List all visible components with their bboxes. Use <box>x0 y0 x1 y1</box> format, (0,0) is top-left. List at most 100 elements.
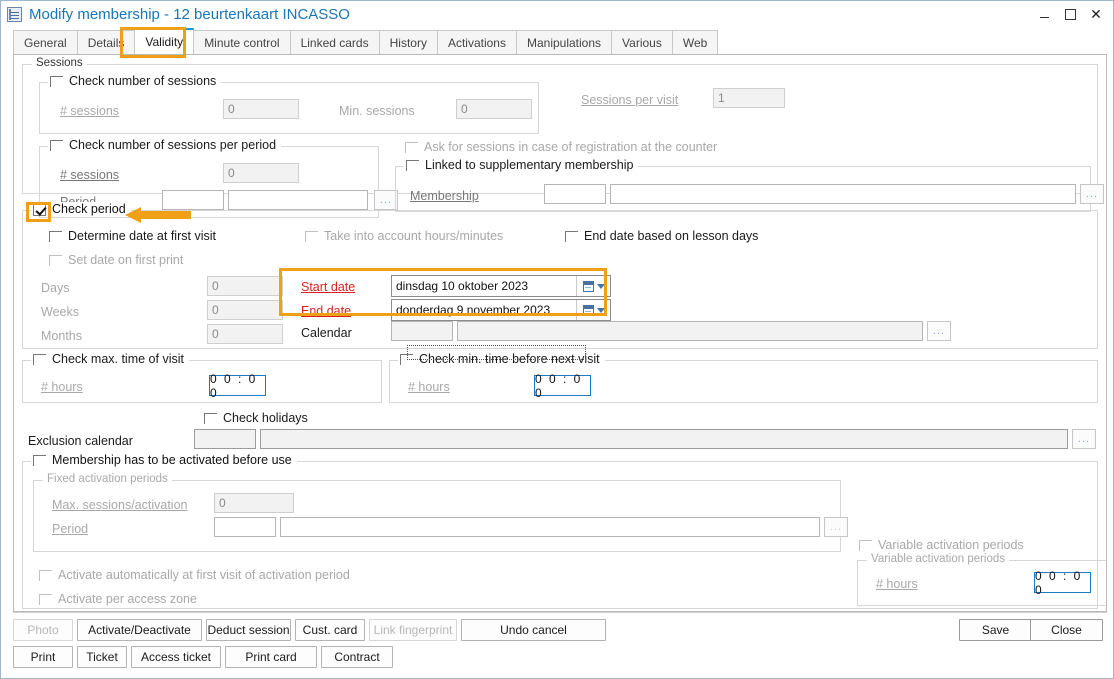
months-label: Months <box>41 329 82 343</box>
tab-strip: General Details Validity Minute control … <box>1 27 1113 54</box>
tab-various[interactable]: Various <box>611 30 673 54</box>
tab-general[interactable]: General <box>13 30 78 54</box>
window-title: Modify membership - 12 beurtenkaart INCA… <box>29 6 350 23</box>
start-date-calendar-button[interactable] <box>576 276 610 296</box>
calendar-browse-button[interactable]: ... <box>927 321 951 341</box>
calendar-name-input[interactable] <box>457 321 923 341</box>
ask-for-sessions-checkbox[interactable]: Ask for sessions in case of registration… <box>405 140 717 154</box>
set-date-on-first-print-checkbox[interactable]: Set date on first print <box>49 253 183 267</box>
period-sessions-input[interactable]: 0 <box>223 163 299 183</box>
undo-cancel-button[interactable]: Undo cancel <box>461 619 606 641</box>
ticket-button[interactable]: Ticket <box>77 646 127 668</box>
calendar-code-input[interactable] <box>391 321 453 341</box>
exclusion-calendar-name-input[interactable] <box>260 429 1068 449</box>
tab-minute-control[interactable]: Minute control <box>193 30 290 54</box>
fixed-period-browse-button[interactable]: ... <box>824 517 848 537</box>
max-sessions-activation-input[interactable]: 0 <box>214 493 294 513</box>
activate-deactivate-button[interactable]: Activate/Deactivate <box>77 619 202 641</box>
check-holidays-checkbox[interactable]: Check holidays <box>204 411 308 425</box>
linked-supplementary-group: Linked to supplementary membership Membe… <box>395 166 1091 212</box>
maximize-button[interactable] <box>1057 3 1083 25</box>
exclusion-calendar-code-input[interactable] <box>194 429 256 449</box>
contract-button[interactable]: Contract <box>321 646 393 668</box>
variable-activation-periods-group: Variable activation periods # hours 0 0 … <box>857 560 1107 606</box>
close-window-button[interactable]: ✕ <box>1083 3 1109 25</box>
take-into-account-hours-label: Take into account hours/minutes <box>324 229 503 243</box>
take-into-account-hours-checkbox[interactable]: Take into account hours/minutes <box>305 229 503 243</box>
checkbox-glyph <box>49 231 62 242</box>
activation-label: Membership has to be activated before us… <box>52 453 292 467</box>
activation-checkbox[interactable]: Membership has to be activated before us… <box>31 453 297 467</box>
check-period-checkbox[interactable]: Check period <box>31 202 131 216</box>
button-bar: Photo Activate/Deactivate Deduct session… <box>1 612 1113 678</box>
check-min-time-checkbox[interactable]: Check min. time before next visit <box>398 352 605 366</box>
check-sessions-per-period-checkbox[interactable]: Check number of sessions per period <box>48 138 281 152</box>
deduct-session-button[interactable]: Deduct session <box>206 619 291 641</box>
tab-linked-cards[interactable]: Linked cards <box>290 30 380 54</box>
check-number-of-sessions-label: Check number of sessions <box>69 74 216 88</box>
weeks-input[interactable]: 0 <box>207 300 283 320</box>
checkbox-glyph <box>39 570 52 581</box>
sessions-per-visit-label: Sessions per visit <box>581 93 678 107</box>
check-max-time-checkbox[interactable]: Check max. time of visit <box>31 352 189 366</box>
close-button[interactable]: Close <box>1030 619 1103 641</box>
check-max-time-group: Check max. time of visit # hours 0 0 : 0… <box>22 360 382 403</box>
min-time-hours-input[interactable]: 0 0 : 0 0 <box>534 375 591 396</box>
determine-date-label: Determine date at first visit <box>68 229 216 243</box>
min-sessions-input[interactable]: 0 <box>456 99 532 119</box>
linked-supplementary-label: Linked to supplementary membership <box>425 158 633 172</box>
tab-details[interactable]: Details <box>77 30 136 54</box>
fixed-activation-periods-title: Fixed activation periods <box>43 473 172 485</box>
membership-name-input[interactable] <box>610 184 1076 204</box>
period-code-input[interactable] <box>162 190 224 210</box>
check-period-group: Check period Determine date at first vis… <box>22 210 1098 349</box>
period-sessions-label: # sessions <box>60 168 119 182</box>
tab-history[interactable]: History <box>379 30 438 54</box>
determine-date-at-first-visit-checkbox[interactable]: Determine date at first visit <box>49 229 216 243</box>
activate-automatically-checkbox[interactable]: Activate automatically at first visit of… <box>39 568 350 582</box>
days-label: Days <box>41 281 69 295</box>
fixed-period-code-input[interactable] <box>214 517 276 537</box>
fixed-period-label: Period <box>52 522 88 536</box>
end-date-label: End date <box>301 304 351 318</box>
check-number-of-sessions-checkbox[interactable]: Check number of sessions <box>48 74 221 88</box>
calendar-icon <box>583 305 594 316</box>
fixed-period-name-input[interactable] <box>280 517 820 537</box>
cust-card-button[interactable]: Cust. card <box>295 619 365 641</box>
days-input[interactable]: 0 <box>207 276 283 296</box>
sessions-group-title: Sessions <box>32 57 87 69</box>
save-button[interactable]: Save <box>959 619 1032 641</box>
variable-hours-input[interactable]: 0 0 : 0 0 <box>1034 572 1091 593</box>
print-button[interactable]: Print <box>13 646 73 668</box>
exclusion-calendar-browse-button[interactable]: ... <box>1072 429 1096 449</box>
end-date-calendar-button[interactable] <box>576 300 610 320</box>
linked-supplementary-checkbox[interactable]: Linked to supplementary membership <box>404 158 638 172</box>
tab-validity[interactable]: Validity <box>134 28 194 54</box>
num-sessions-input[interactable]: 0 <box>223 99 299 119</box>
check-max-time-label: Check max. time of visit <box>52 352 184 366</box>
tab-web[interactable]: Web <box>672 30 718 54</box>
months-input[interactable]: 0 <box>207 324 283 344</box>
access-ticket-button[interactable]: Access ticket <box>131 646 221 668</box>
start-date-picker[interactable]: dinsdag 10 oktober 2023 <box>391 275 611 297</box>
end-date-lesson-days-checkbox[interactable]: End date based on lesson days <box>565 229 758 243</box>
tab-manipulations[interactable]: Manipulations <box>516 30 612 54</box>
sessions-per-visit-input[interactable]: 1 <box>713 88 785 108</box>
print-card-button[interactable]: Print card <box>225 646 317 668</box>
max-time-hours-input[interactable]: 0 0 : 0 0 <box>209 375 266 396</box>
activate-per-access-zone-checkbox[interactable]: Activate per access zone <box>39 592 197 606</box>
checkbox-glyph <box>305 231 318 242</box>
membership-code-input[interactable] <box>544 184 606 204</box>
variable-activation-periods-checkbox[interactable]: Variable activation periods <box>859 538 1024 552</box>
tab-activations[interactable]: Activations <box>437 30 517 54</box>
end-date-value: donderdag 9 november 2023 <box>392 300 576 320</box>
period-name-input[interactable] <box>228 190 368 210</box>
validity-panel: Sessions Check number of sessions # sess… <box>13 54 1107 612</box>
minimize-button[interactable] <box>1031 3 1057 25</box>
photo-button[interactable]: Photo <box>13 619 73 641</box>
link-fingerprint-button[interactable]: Link fingerprint <box>369 619 457 641</box>
membership-browse-button[interactable]: ... <box>1080 184 1104 204</box>
end-date-picker[interactable]: donderdag 9 november 2023 <box>391 299 611 321</box>
start-date-value: dinsdag 10 oktober 2023 <box>392 276 576 296</box>
min-sessions-label: Min. sessions <box>339 104 415 118</box>
